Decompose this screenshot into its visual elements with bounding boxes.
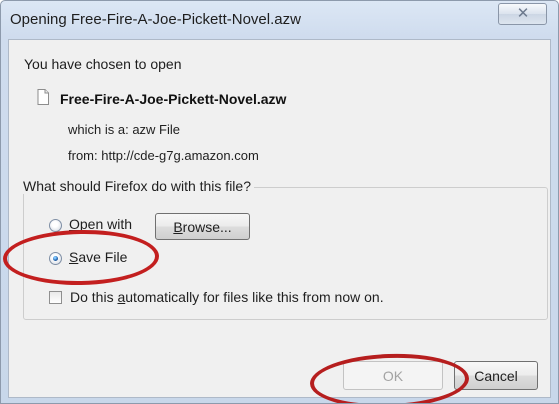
group-title: What should Firefox do with this file? [20, 178, 254, 194]
radio-icon[interactable] [49, 219, 62, 232]
file-name: Free-Fire-A-Joe-Pickett-Novel.azw [60, 91, 287, 107]
file-type-prefix: which is a: [68, 122, 129, 137]
save-file-label: Save File [69, 249, 127, 265]
save-file-accelerator: S [69, 249, 79, 265]
open-with-accelerator: O [69, 216, 80, 232]
checkbox-icon[interactable] [49, 291, 62, 304]
open-with-label-rest: pen with [79, 216, 133, 232]
title-bar: Opening Free-Fire-A-Joe-Pickett-Novel.az… [1, 1, 558, 38]
file-source-url: http://cde-g7g.amazon.com [101, 148, 259, 163]
open-with-label: Open with [69, 216, 132, 232]
auto-action-label-start: Do this [70, 289, 118, 305]
file-type-value: azw File [132, 122, 181, 137]
dialog-title: Opening Free-Fire-A-Joe-Pickett-Novel.az… [10, 11, 301, 28]
close-button[interactable]: ✕ [498, 3, 547, 25]
browse-accelerator: B [173, 218, 183, 235]
browse-label-rest: rowse... [182, 218, 232, 235]
cancel-button[interactable]: Cancel [454, 361, 538, 390]
intro-text: You have chosen to open [24, 56, 182, 72]
browse-button[interactable]: Browse... [155, 213, 250, 240]
dialog-content: You have chosen to open Free-Fire-A-Joe-… [8, 39, 551, 398]
radio-icon[interactable] [49, 252, 62, 265]
auto-action-label: Do this automatically for files like thi… [70, 289, 384, 305]
file-source-prefix: from: [68, 148, 98, 163]
close-icon: ✕ [516, 5, 530, 22]
save-file-label-rest: ave File [78, 249, 128, 265]
auto-action-label-end: utomatically for files like this from no… [125, 289, 384, 305]
ok-button[interactable]: OK [343, 361, 443, 390]
file-type-line: which is a: azw File [68, 122, 180, 137]
file-source-line: from: http://cde-g7g.amazon.com [68, 148, 259, 163]
file-icon [37, 89, 49, 105]
file-download-dialog: Opening Free-Fire-A-Joe-Pickett-Novel.az… [0, 0, 559, 404]
